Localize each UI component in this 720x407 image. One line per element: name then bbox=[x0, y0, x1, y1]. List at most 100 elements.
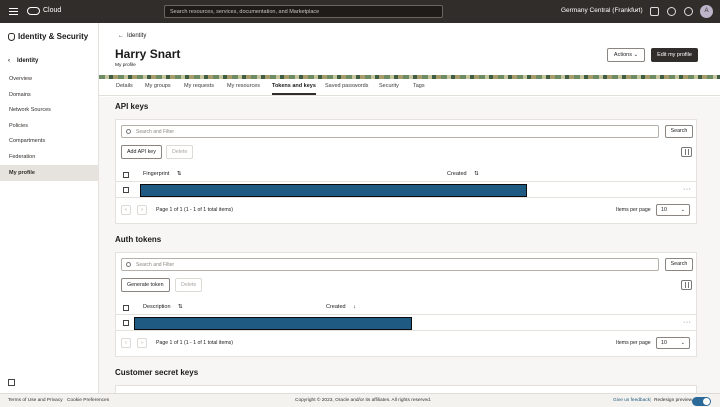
actions-button-label: Actions bbox=[613, 52, 632, 58]
chevron-down-icon[interactable]: ⌄ bbox=[634, 6, 639, 13]
sort-icon: ⇅ bbox=[474, 171, 479, 177]
edit-profile-button[interactable]: Edit my profile bbox=[651, 48, 698, 62]
api-keys-heading: API keys bbox=[115, 102, 149, 111]
col-fingerprint[interactable]: Fingerprint ⇅ bbox=[143, 171, 181, 177]
tab-security[interactable]: Security bbox=[379, 83, 399, 89]
tab-my-groups[interactable]: My groups bbox=[145, 83, 171, 89]
footer-separator: | bbox=[650, 398, 652, 403]
auth-tokens-filter-input[interactable]: Search and Filter bbox=[121, 258, 659, 271]
page-subtitle: My profile bbox=[115, 63, 136, 68]
next-page-button[interactable]: › bbox=[137, 338, 147, 348]
sidebar-back-label: Identity bbox=[17, 58, 39, 64]
items-per-page-select[interactable]: 10 ⌄ bbox=[656, 337, 690, 349]
row-actions-icon[interactable]: ··· bbox=[683, 319, 692, 326]
shield-icon bbox=[8, 32, 15, 41]
main-panel: ← Identity Harry Snart My profile Actions… bbox=[99, 23, 720, 393]
items-per-page-value: 10 bbox=[661, 207, 667, 213]
brand-label[interactable]: Cloud bbox=[43, 7, 61, 14]
sidebar-item-domains[interactable]: Domains bbox=[0, 87, 99, 103]
api-keys-search-button[interactable]: Search bbox=[665, 125, 693, 138]
col-created-label: Created bbox=[447, 171, 467, 177]
row-actions-icon[interactable]: ··· bbox=[683, 186, 692, 193]
chevron-left-icon: ‹ bbox=[8, 58, 10, 64]
items-per-page-label: Items per page bbox=[616, 340, 651, 346]
tab-my-requests[interactable]: My requests bbox=[184, 83, 214, 89]
chevron-down-icon: ⌄ bbox=[633, 52, 639, 58]
oracle-logo-icon[interactable] bbox=[27, 7, 40, 15]
top-bar: Cloud Search resources, services, docume… bbox=[0, 0, 720, 23]
page-info: Page 1 of 1 (1 - 1 of 1 total items) bbox=[156, 340, 233, 346]
redacted-description bbox=[134, 317, 412, 330]
chevron-down-icon: ⌄ bbox=[680, 207, 685, 213]
customer-secret-keys-heading: Customer secret keys bbox=[115, 368, 199, 377]
redesign-preview-label: Redesign preview bbox=[654, 398, 693, 403]
tab-tags[interactable]: Tags bbox=[413, 83, 425, 89]
sort-icon: ⇅ bbox=[178, 304, 183, 310]
sidebar-item-federation[interactable]: Federation bbox=[0, 149, 99, 165]
sidebar-title: Identity & Security bbox=[8, 32, 88, 41]
auth-tokens-table-header: Description ⇅ Created ↓ bbox=[116, 300, 696, 315]
tab-tokens-and-keys[interactable]: Tokens and keys bbox=[272, 83, 316, 95]
collapse-sidebar-icon[interactable] bbox=[8, 379, 15, 386]
tab-details[interactable]: Details bbox=[116, 83, 133, 89]
help-icon[interactable] bbox=[667, 7, 676, 16]
col-description[interactable]: Description ⇅ bbox=[143, 304, 183, 310]
auth-tokens-search-button[interactable]: Search bbox=[665, 258, 693, 271]
auth-tokens-card: Search and Filter Search Generate token … bbox=[115, 252, 697, 357]
auth-tokens-delete-button[interactable]: Delete bbox=[175, 278, 203, 292]
content-area: API keys Search and Filter Search Add AP… bbox=[99, 97, 720, 393]
next-page-button[interactable]: › bbox=[137, 205, 147, 215]
footer: Terms of Use and Privacy Cookie Preferen… bbox=[0, 393, 720, 407]
sidebar-item-my-profile[interactable]: My profile bbox=[0, 165, 99, 181]
items-per-page-select[interactable]: 10 ⌄ bbox=[656, 204, 690, 216]
tab-my-resources[interactable]: My resources bbox=[227, 83, 260, 89]
items-per-page-label: Items per page bbox=[616, 207, 651, 213]
global-search-input[interactable]: Search resources, services, documentatio… bbox=[164, 5, 443, 18]
feedback-link[interactable]: Give us feedback bbox=[613, 398, 650, 403]
language-icon[interactable] bbox=[684, 7, 693, 16]
previous-page-button[interactable]: ‹ bbox=[121, 205, 131, 215]
table-row: ··· bbox=[116, 182, 696, 198]
sort-descending-icon: ↓ bbox=[353, 304, 356, 310]
columns-icon[interactable] bbox=[681, 280, 692, 290]
columns-icon[interactable] bbox=[681, 147, 692, 157]
col-created[interactable]: Created ↓ bbox=[326, 304, 356, 310]
terms-link[interactable]: Terms of Use and Privacy bbox=[8, 398, 63, 403]
api-keys-pagination: ‹ › Page 1 of 1 (1 - 1 of 1 total items)… bbox=[116, 203, 696, 223]
decorative-banner bbox=[99, 75, 720, 79]
sidebar-item-overview[interactable]: Overview bbox=[0, 71, 99, 87]
cookie-preferences-link[interactable]: Cookie Preferences bbox=[67, 398, 109, 403]
add-api-key-button[interactable]: Add API key bbox=[121, 145, 162, 159]
sidebar-title-label: Identity & Security bbox=[18, 32, 89, 41]
cloud-shell-icon[interactable] bbox=[650, 7, 659, 16]
col-fingerprint-label: Fingerprint bbox=[143, 171, 170, 177]
redesign-preview-toggle[interactable] bbox=[692, 397, 711, 406]
actions-button[interactable]: Actions ⌄ bbox=[607, 48, 645, 62]
row-checkbox[interactable] bbox=[123, 187, 129, 193]
user-avatar[interactable]: A bbox=[700, 5, 713, 18]
sidebar-item-network-sources[interactable]: Network Sources bbox=[0, 102, 99, 118]
redacted-fingerprint bbox=[140, 184, 527, 197]
region-selector[interactable]: Germany Central (Frankfurt) bbox=[561, 7, 643, 14]
customer-secret-keys-card bbox=[115, 385, 697, 393]
sidebar-item-policies[interactable]: Policies bbox=[0, 118, 99, 134]
generate-token-button[interactable]: Generate token bbox=[121, 278, 170, 292]
row-checkbox[interactable] bbox=[123, 320, 129, 326]
arrow-left-icon: ← bbox=[118, 33, 124, 39]
previous-page-button[interactable]: ‹ bbox=[121, 338, 131, 348]
auth-tokens-filter-placeholder: Search and Filter bbox=[136, 262, 175, 268]
col-created[interactable]: Created ⇅ bbox=[447, 171, 479, 177]
api-keys-filter-input[interactable]: Search and Filter bbox=[121, 125, 659, 138]
hamburger-menu-icon[interactable] bbox=[9, 8, 18, 15]
items-per-page-value: 10 bbox=[661, 340, 667, 346]
chevron-down-icon: ⌄ bbox=[680, 340, 685, 346]
api-keys-delete-button[interactable]: Delete bbox=[166, 145, 194, 159]
tab-saved-passwords[interactable]: Saved passwords bbox=[325, 83, 368, 89]
api-keys-card: Search and Filter Search Add API key Del… bbox=[115, 119, 697, 224]
select-all-checkbox[interactable] bbox=[123, 305, 129, 311]
sidebar-back-link[interactable]: ‹ Identity bbox=[8, 58, 38, 64]
auth-tokens-heading: Auth tokens bbox=[115, 235, 162, 244]
breadcrumb[interactable]: ← Identity bbox=[118, 33, 146, 39]
sidebar-item-compartments[interactable]: Compartments bbox=[0, 133, 99, 149]
select-all-checkbox[interactable] bbox=[123, 172, 129, 178]
